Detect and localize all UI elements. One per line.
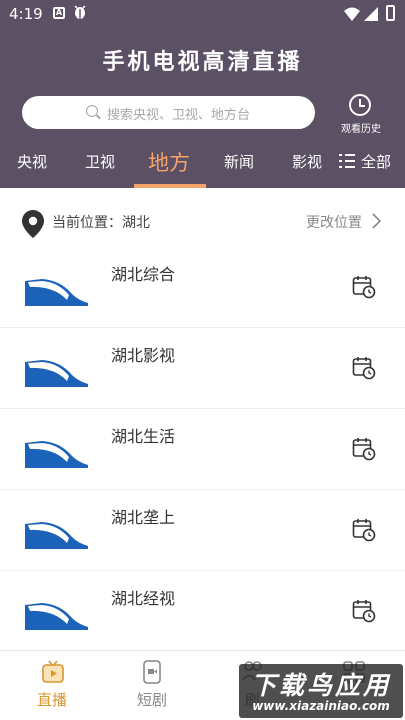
channel-name: 湖北垄上 [111, 508, 176, 527]
history-label: 观看历史 [341, 124, 381, 135]
status-bar: 4:19 A [0, 0, 405, 28]
channel-item[interactable]: 湖北垄上 [0, 490, 405, 571]
current-location: 当前位置：湖北 [52, 215, 150, 231]
clock-icon [349, 94, 371, 116]
tab-satellite[interactable]: 卫视 [85, 151, 115, 172]
channel-item[interactable]: 湖北生活 [0, 409, 405, 490]
schedule-icon[interactable] [352, 275, 376, 303]
watermark: 下载鸟应用 www.xiazainiao.com [239, 664, 403, 718]
battery-icon [386, 5, 395, 21]
channel-name: 湖北综合 [111, 265, 176, 284]
hubei-tv-logo [24, 597, 90, 631]
watermark-main-text: 下载鸟应用 [250, 671, 391, 700]
app-title: 手机电视高清直播 [102, 50, 303, 75]
schedule-icon[interactable] [352, 437, 376, 465]
location-row: 当前位置：湖北 更改位置 [0, 188, 405, 252]
schedule-icon[interactable] [352, 518, 376, 546]
wifi-icon [344, 6, 360, 25]
bug-icon [73, 4, 87, 24]
nav-live-label: 直播 [36, 691, 67, 709]
hubei-tv-logo [24, 354, 90, 388]
nav-short-drama-label: 短剧 [136, 691, 167, 709]
search-placeholder: 搜索央视、卫视、地方台 [107, 108, 251, 123]
tv-icon [42, 660, 64, 688]
chevron-right-icon[interactable] [372, 213, 382, 233]
hubei-tv-logo [24, 516, 90, 550]
search-icon [86, 105, 98, 117]
schedule-icon[interactable] [352, 356, 376, 384]
watermark-url: www.xiazainiao.com [252, 699, 390, 713]
nav-live[interactable]: 直播 [2, 651, 102, 720]
schedule-icon[interactable] [352, 599, 376, 627]
status-time: 4:19 [9, 5, 43, 23]
list-icon [339, 154, 355, 168]
tab-local[interactable]: 地方 [148, 147, 190, 177]
channel-name: 湖北经视 [111, 589, 176, 608]
nav-short-drama[interactable]: 短剧 [102, 651, 202, 720]
signal-icon [364, 6, 378, 25]
channel-item[interactable]: 湖北经视 [0, 571, 405, 652]
hubei-tv-logo [24, 273, 90, 307]
tab-news[interactable]: 新闻 [224, 151, 254, 172]
tab-cctv[interactable]: 央视 [17, 151, 47, 172]
change-location-button[interactable]: 更改位置 [306, 212, 362, 232]
channel-name: 湖北影视 [111, 346, 176, 365]
phone-video-icon [142, 660, 162, 688]
tab-all-label: 全部 [361, 153, 392, 171]
hubei-tv-logo [24, 435, 90, 469]
search-input[interactable]: 搜索央视、卫视、地方台 [22, 96, 315, 129]
header: 4:19 A 手机电视高清直播 搜索央视、卫视、地方台 观看历史 央视 卫视 地… [0, 0, 405, 188]
channel-item[interactable]: 湖北综合 [0, 247, 405, 328]
history-button[interactable]: 观看历史 [333, 94, 389, 135]
notification-a-icon: A [53, 7, 65, 19]
channel-item[interactable]: 湖北影视 [0, 328, 405, 409]
location-pin-icon [22, 210, 44, 242]
channel-name: 湖北生活 [111, 427, 176, 446]
tab-movies[interactable]: 影视 [292, 151, 322, 172]
